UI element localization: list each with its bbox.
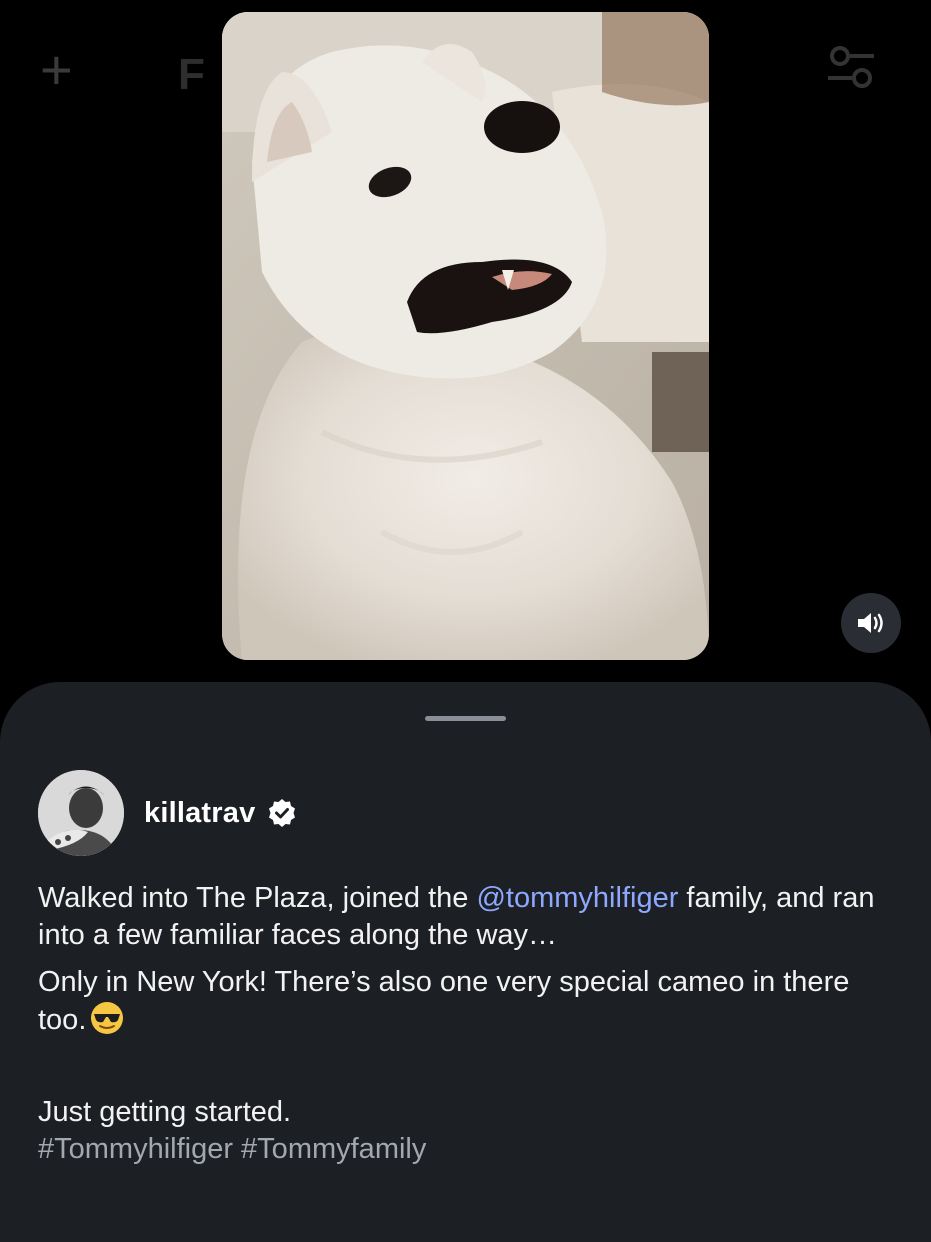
- dog-video-frame: [222, 12, 709, 660]
- caption-paragraph-2: Only in New York! There’s also one very …: [38, 964, 898, 1039]
- verified-badge-icon: [269, 799, 296, 827]
- caption-text: Walked into The Plaza, joined the: [38, 882, 477, 914]
- speaker-icon: [858, 613, 883, 633]
- video-player[interactable]: [222, 12, 709, 660]
- top-bar-faded-label: F: [178, 50, 205, 99]
- sound-toggle-button[interactable]: [841, 593, 901, 653]
- post-caption: Walked into The Plaza, joined the @tommy…: [38, 880, 898, 1168]
- sheet-drag-handle[interactable]: [425, 716, 506, 721]
- filter-icon[interactable]: [826, 42, 876, 101]
- mention-link[interactable]: @tommyhilfiger: [476, 882, 678, 914]
- caption-paragraph-1: Walked into The Plaza, joined the @tommy…: [38, 880, 898, 954]
- post-details-sheet: killatrav Walked into The Plaza, joined …: [0, 682, 931, 1242]
- post-author: killatrav: [38, 770, 297, 856]
- username[interactable]: killatrav: [144, 797, 255, 830]
- caption-paragraph-3: Just getting started.: [38, 1096, 292, 1128]
- plus-icon[interactable]: +: [40, 42, 73, 98]
- avatar[interactable]: [38, 770, 124, 856]
- sunglasses-emoji-icon: [91, 1002, 124, 1034]
- hashtag-links[interactable]: #Tommyhilfiger #Tommyfamily: [38, 1131, 898, 1168]
- caption-text: Only in New York! There’s also one very …: [38, 966, 850, 1036]
